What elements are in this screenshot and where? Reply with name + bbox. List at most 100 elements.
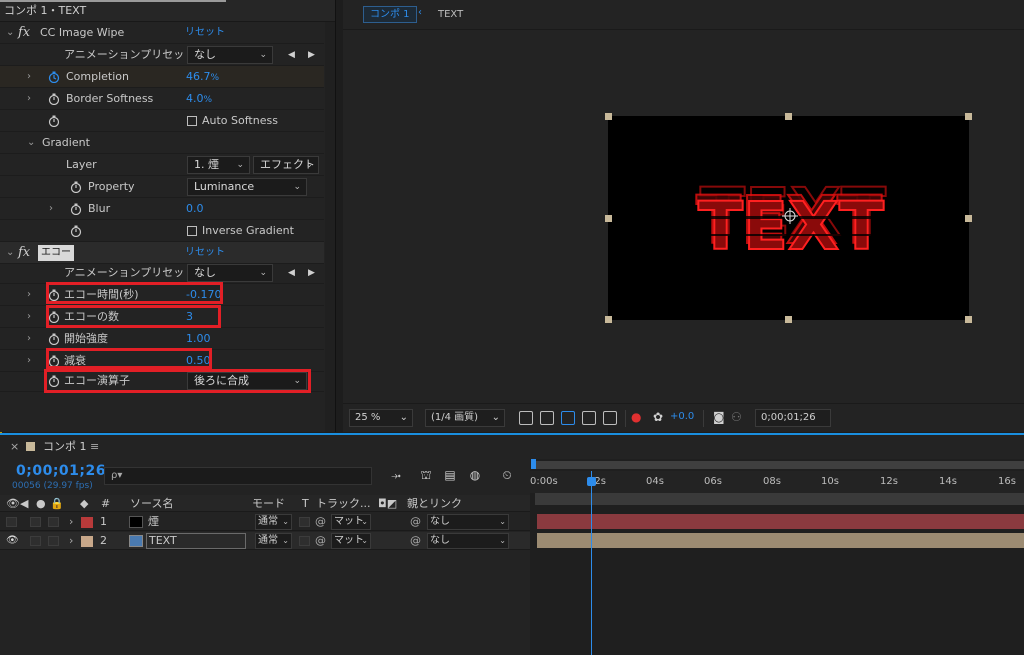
preserve-transparency-toggle[interactable] — [299, 536, 310, 546]
label-tag-icon[interactable]: ◆ — [80, 495, 88, 512]
reset-link[interactable]: リセット — [185, 22, 225, 44]
solo-toggle[interactable] — [30, 536, 41, 546]
effect-header-echo[interactable]: ⌄ fx エコー リセット — [0, 242, 324, 264]
snapshot-camera-icon[interactable]: ◙ — [713, 409, 725, 427]
eye-icon[interactable]: 👁 — [6, 532, 19, 550]
timeline-track-area[interactable]: 0:00s 02s 04s 06s 08s 10s 12s 14s 16s — [530, 459, 1024, 655]
anim-preset-dropdown[interactable]: なし ⌄ — [187, 46, 273, 64]
preserve-transparency-toggle[interactable] — [299, 517, 310, 527]
prev-preset-icon[interactable]: ◀ — [288, 44, 295, 66]
spiral-icon[interactable]: @ — [315, 532, 326, 550]
chevron-right-icon[interactable]: › — [27, 66, 31, 88]
chevron-down-icon[interactable]: ⌄ — [6, 242, 14, 264]
chevron-right-icon[interactable]: › — [69, 532, 73, 550]
layer-bar-1[interactable] — [537, 514, 1024, 529]
comp-mini-flowchart-icon[interactable]: ⤞ — [389, 468, 403, 482]
transform-handle[interactable] — [965, 113, 972, 120]
show-snapshot-icon[interactable]: ⚇ — [731, 409, 742, 427]
label-color-swatch[interactable] — [81, 536, 93, 547]
transform-handle[interactable] — [965, 316, 972, 323]
chevron-down-icon[interactable]: ⌄ — [6, 22, 14, 44]
property-dropdown[interactable]: Luminance ⌄ — [187, 178, 307, 196]
playhead-handle[interactable] — [587, 477, 596, 486]
blend-mode-dropdown[interactable]: 通常 ⌄ — [255, 514, 292, 530]
current-time-display[interactable]: 0;00;01;26 — [16, 463, 106, 479]
stopwatch-icon[interactable] — [70, 203, 82, 215]
transform-handle[interactable] — [605, 316, 612, 323]
composition-frame[interactable]: TEXT TEXT TEXT — [608, 116, 969, 320]
audio-icon[interactable]: ◀ — [20, 495, 28, 512]
layer-name[interactable]: TEXT — [146, 533, 246, 549]
tab-composition[interactable]: コンポ 1 — [363, 6, 417, 23]
column-source-name[interactable]: ソース名 — [130, 495, 173, 512]
next-preset-icon[interactable]: ▶ — [308, 262, 315, 284]
draft-3d-icon[interactable]: ⛫ — [419, 468, 433, 482]
fast-preview-icon[interactable] — [519, 411, 533, 425]
eye-icon[interactable]: 👁 — [6, 495, 20, 512]
column-track-matte[interactable]: トラック... — [316, 495, 371, 512]
graph-editor-icon[interactable]: ⏲ — [500, 468, 514, 482]
tab-timeline-comp[interactable]: コンポ 1 — [43, 435, 87, 459]
lock-toggle[interactable] — [48, 517, 59, 527]
parent-dropdown[interactable]: なし ⌄ — [427, 514, 509, 530]
parent-dropdown[interactable]: なし ⌄ — [427, 533, 509, 549]
grid-guides-icon[interactable] — [603, 411, 617, 425]
blur-value[interactable]: 0.0 — [186, 198, 204, 220]
layer-breadcrumb[interactable]: TEXT — [438, 9, 463, 20]
work-area-start-handle[interactable] — [531, 459, 536, 469]
chevron-right-icon[interactable]: › — [27, 88, 31, 110]
layer-row-1[interactable]: › 1 煙 通常 ⌄ @ マット ⌄ @ なし ⌄ — [0, 513, 530, 531]
chevron-left-icon[interactable]: ‹ — [418, 7, 422, 18]
column-parent-link[interactable]: 親とリンク — [407, 495, 462, 512]
work-area-bar[interactable] — [535, 461, 1024, 469]
inverse-gradient-checkbox[interactable] — [187, 226, 197, 236]
shy-layers-icon[interactable]: ▤ — [443, 468, 457, 482]
visibility-toggle[interactable] — [6, 517, 17, 527]
fx-icon[interactable]: fx — [18, 22, 30, 44]
stopwatch-icon[interactable] — [70, 181, 82, 193]
exposure-value[interactable]: +0.0 — [670, 409, 694, 427]
viewer-canvas-area[interactable]: TEXT TEXT TEXT — [343, 31, 1024, 403]
mask-visibility-icon[interactable] — [561, 411, 575, 425]
color-channels-icon[interactable]: ● — [631, 409, 641, 427]
effect-header-cc-image-wipe[interactable]: ⌄ fx CC Image Wipe リセット — [0, 22, 324, 44]
transform-handle[interactable] — [965, 215, 972, 222]
layer-source-dropdown[interactable]: エフェクト ⌄ — [253, 156, 319, 174]
work-area-range[interactable] — [535, 493, 1024, 505]
chevron-right-icon[interactable]: › — [69, 513, 73, 531]
exposure-reset-icon[interactable]: ✿ — [653, 409, 663, 427]
chevron-right-icon[interactable]: › — [27, 350, 31, 372]
reset-link[interactable]: リセット — [185, 242, 225, 264]
panel-menu-icon[interactable]: ≡ — [90, 435, 99, 459]
layer-name[interactable]: 煙 — [148, 513, 159, 531]
close-icon[interactable]: × — [10, 435, 19, 459]
spiral-icon[interactable]: @ — [315, 513, 326, 531]
resolution-dropdown[interactable]: (1/4 画質) ⌄ — [425, 409, 505, 427]
blend-mode-dropdown[interactable]: 通常 ⌄ — [255, 533, 292, 549]
pick-whip-icon[interactable]: @ — [410, 513, 421, 531]
chevron-down-icon[interactable]: ⌄ — [27, 132, 35, 154]
chevron-right-icon[interactable]: › — [27, 328, 31, 350]
transform-handle[interactable] — [605, 113, 612, 120]
solo-toggle[interactable] — [30, 517, 41, 527]
anim-preset-dropdown[interactable]: なし ⌄ — [187, 264, 273, 282]
chevron-right-icon[interactable]: › — [49, 198, 53, 220]
solo-icon[interactable]: ● — [36, 495, 46, 512]
next-preset-icon[interactable]: ▶ — [308, 44, 315, 66]
transparency-grid-icon[interactable] — [540, 411, 554, 425]
track-matte-dropdown[interactable]: マット ⌄ — [331, 514, 371, 530]
effects-scrollbar[interactable] — [325, 22, 335, 432]
column-mode[interactable]: モード — [252, 495, 285, 512]
chevron-right-icon[interactable]: › — [27, 284, 31, 306]
layer-search-input[interactable]: ρ▾ — [104, 467, 372, 485]
track-matte-dropdown[interactable]: マット ⌄ — [331, 533, 371, 549]
lock-icon[interactable]: 🔒 — [50, 495, 64, 512]
layer-dropdown[interactable]: 1. 煙 ⌄ — [187, 156, 250, 174]
layer-row-2[interactable]: 👁 › 2 TEXT 通常 ⌄ @ マット ⌄ @ なし ⌄ — [0, 532, 530, 550]
gradient-group-row[interactable]: ⌄ Gradient — [0, 132, 324, 154]
region-of-interest-icon[interactable] — [582, 411, 596, 425]
label-color-swatch[interactable] — [81, 517, 93, 528]
completion-value[interactable]: 46.7% — [186, 66, 219, 89]
playhead-line[interactable] — [591, 471, 592, 655]
auto-softness-checkbox[interactable] — [187, 116, 197, 126]
